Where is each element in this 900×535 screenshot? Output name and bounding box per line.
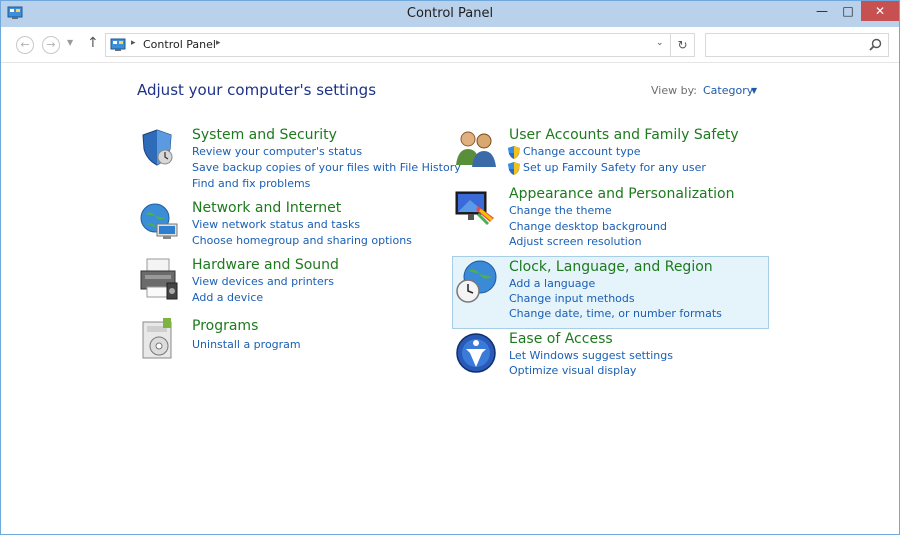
users-icon[interactable]	[454, 127, 498, 171]
link-network-status[interactable]: View network status and tasks	[192, 218, 360, 231]
close-button[interactable]: ✕	[861, 1, 899, 21]
link-change-theme[interactable]: Change the theme	[509, 204, 612, 217]
uac-shield-icon	[508, 162, 520, 175]
minimize-button[interactable]: —	[809, 1, 835, 21]
view-by-label: View by:	[651, 84, 697, 97]
appearance-icon[interactable]	[454, 186, 498, 230]
link-add-device[interactable]: Add a device	[192, 291, 263, 304]
window-title: Control Panel	[406, 6, 494, 21]
uac-shield-icon	[508, 146, 520, 159]
search-icon[interactable]	[869, 38, 882, 51]
link-review-status[interactable]: Review your computer's status	[192, 145, 362, 158]
address-dropdown-button[interactable]: ⌄	[656, 38, 664, 48]
chevron-down-icon[interactable]: ▼	[751, 86, 757, 95]
up-button[interactable]: ↑	[87, 35, 99, 51]
page-title: Adjust your computer's settings	[137, 81, 377, 99]
link-uninstall-program[interactable]: Uninstall a program	[192, 338, 301, 351]
category-title[interactable]: Ease of Access	[509, 331, 613, 347]
ease-of-access-icon[interactable]	[454, 331, 498, 375]
maximize-button[interactable]: □	[835, 1, 861, 21]
category-title[interactable]: Network and Internet	[192, 200, 341, 216]
link-suggest-settings[interactable]: Let Windows suggest settings	[509, 349, 673, 362]
clock-globe-icon[interactable]	[454, 259, 500, 305]
link-date-time-formats[interactable]: Change date, time, or number formats	[509, 307, 722, 320]
category-title[interactable]: Programs	[192, 318, 258, 334]
category-title[interactable]: System and Security	[192, 127, 337, 143]
link-input-methods[interactable]: Change input methods	[509, 292, 635, 305]
navigation-bar: ← → ▼ ↑ ▸ Control Panel ▸ ⌄ ↻	[1, 27, 899, 63]
category-title[interactable]: Appearance and Personalization	[509, 186, 734, 202]
link-add-language[interactable]: Add a language	[509, 277, 595, 290]
breadcrumb-separator[interactable]: ▸	[131, 38, 136, 48]
category-title[interactable]: User Accounts and Family Safety	[509, 127, 739, 143]
link-screen-resolution[interactable]: Adjust screen resolution	[509, 235, 642, 248]
printer-icon[interactable]	[137, 257, 181, 303]
forward-button[interactable]: →	[42, 36, 60, 54]
link-desktop-background[interactable]: Change desktop background	[509, 220, 667, 233]
programs-icon[interactable]	[137, 318, 181, 362]
recent-locations-button[interactable]: ▼	[67, 38, 73, 47]
address-bar[interactable]: ▸ Control Panel ▸ ⌄	[105, 33, 671, 57]
link-homegroup-sharing[interactable]: Choose homegroup and sharing options	[192, 234, 412, 247]
category-title[interactable]: Clock, Language, and Region	[509, 259, 713, 275]
control-panel-icon	[110, 38, 126, 51]
shield-icon[interactable]	[137, 127, 177, 167]
link-file-history[interactable]: Save backup copies of your files with Fi…	[192, 161, 461, 174]
refresh-button[interactable]: ↻	[671, 33, 695, 57]
link-find-fix-problems[interactable]: Find and fix problems	[192, 177, 310, 190]
back-button[interactable]: ←	[16, 36, 34, 54]
search-input[interactable]	[705, 33, 889, 57]
category-title[interactable]: Hardware and Sound	[192, 257, 339, 273]
link-change-account-type[interactable]: Change account type	[523, 145, 641, 158]
breadcrumb-control-panel[interactable]: Control Panel	[143, 38, 216, 51]
control-panel-window: Control Panel — □ ✕ ← → ▼ ↑ ▸ Control Pa…	[0, 0, 900, 535]
globe-network-icon[interactable]	[137, 200, 181, 244]
view-by-dropdown[interactable]: Category	[703, 84, 753, 97]
link-family-safety[interactable]: Set up Family Safety for any user	[523, 161, 706, 174]
title-bar[interactable]: Control Panel — □ ✕	[1, 1, 899, 27]
link-optimize-display[interactable]: Optimize visual display	[509, 364, 636, 377]
link-devices-printers[interactable]: View devices and printers	[192, 275, 334, 288]
breadcrumb-separator[interactable]: ▸	[216, 38, 221, 48]
